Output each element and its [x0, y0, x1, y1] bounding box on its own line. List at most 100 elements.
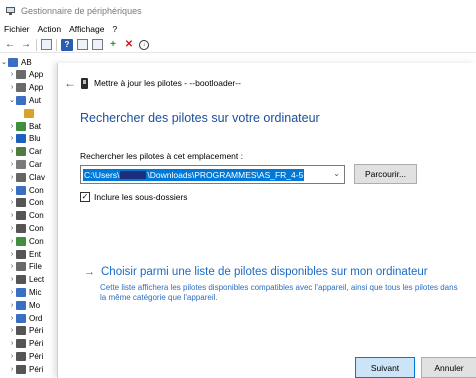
tree-item-label: Bat: [29, 121, 42, 131]
include-subfolders-checkbox[interactable]: ✓: [80, 192, 90, 202]
back-arrow-icon[interactable]: ←: [64, 76, 76, 90]
device-tree: ⌄ AB › App › App ⌄ Aut › Bat › Blu › Car › Car › Clav › Con…: [0, 56, 60, 378]
tree-item[interactable]: › App: [8, 69, 43, 81]
device-category-icon: [16, 364, 26, 374]
tree-item[interactable]: › Con: [8, 210, 44, 222]
chevron-right-icon[interactable]: ›: [8, 71, 16, 78]
tree-item[interactable]: › Car: [8, 146, 42, 158]
chevron-right-icon[interactable]: ›: [8, 212, 16, 219]
tree-item-label: Péri: [29, 364, 44, 374]
tree-item[interactable]: › App: [8, 82, 43, 94]
menu-affichage[interactable]: Affichage: [65, 24, 108, 34]
driver-path-combobox[interactable]: C:\Users\ \Downloads\PROGRAMMES\AS_FR_4-…: [80, 165, 345, 184]
add-device-icon[interactable]: +: [107, 39, 119, 51]
device-category-icon: [16, 275, 26, 285]
chevron-down-icon[interactable]: ⌄: [8, 96, 16, 104]
tree-item[interactable]: › Blu: [8, 133, 41, 145]
redacted-username: [120, 170, 147, 179]
tree-item-label: Lect: [29, 275, 45, 285]
tree-item[interactable]: ⌄ Aut: [8, 94, 41, 106]
chevron-right-icon[interactable]: ›: [8, 340, 16, 347]
menu-action[interactable]: Action: [34, 24, 66, 34]
tree-item[interactable]: › Mo: [8, 299, 40, 311]
chevron-right-icon[interactable]: ›: [8, 263, 16, 270]
tree-item[interactable]: › Mic: [8, 286, 41, 298]
device-category-icon: [16, 185, 26, 195]
device-category-icon: [16, 172, 26, 182]
browse-button[interactable]: Parcourir...: [354, 164, 417, 184]
chevron-right-icon[interactable]: ›: [8, 135, 16, 142]
chevron-right-icon[interactable]: ›: [8, 353, 16, 360]
cancel-button[interactable]: Annuler: [421, 357, 476, 378]
tree-item[interactable]: › Péri: [8, 338, 43, 350]
menu-fichier[interactable]: Fichier: [0, 24, 34, 34]
include-subfolders-label: Inclure les sous-dossiers: [94, 192, 188, 202]
arrow-left-icon[interactable]: ←: [4, 39, 16, 51]
chevron-right-icon[interactable]: ›: [8, 302, 16, 309]
tree-item[interactable]: [16, 107, 37, 119]
include-subfolders-row[interactable]: ✓ Inclure les sous-dossiers: [80, 192, 188, 202]
tree-item[interactable]: › Con: [8, 184, 44, 196]
tree-item[interactable]: › Ord: [8, 312, 42, 324]
chevron-right-icon[interactable]: ›: [8, 199, 16, 206]
tree-item-label: Blu: [29, 134, 41, 144]
device-category-icon: [16, 287, 26, 297]
window-titlebar: Gestionnaire de périphériques: [0, 0, 476, 22]
device-category-icon: [16, 211, 26, 221]
tree-item[interactable]: › Con: [8, 197, 44, 209]
arrow-right-icon[interactable]: →: [20, 39, 32, 51]
device-category-icon: [16, 339, 26, 349]
path-prefix: C:\Users\: [84, 169, 120, 180]
tree-item[interactable]: › File: [8, 261, 42, 273]
chevron-right-icon[interactable]: ›: [8, 276, 16, 283]
chevron-down-icon[interactable]: ⌄: [0, 58, 8, 66]
download-icon[interactable]: ↓: [139, 39, 149, 50]
device-category-icon: [16, 95, 26, 105]
chevron-down-icon[interactable]: ⌄: [333, 169, 340, 178]
chevron-right-icon[interactable]: ›: [8, 251, 16, 258]
chevron-right-icon[interactable]: ›: [8, 238, 16, 245]
device-category-icon: [16, 351, 26, 361]
tree-item[interactable]: › Ent: [8, 248, 41, 260]
chevron-right-icon[interactable]: ›: [8, 148, 16, 155]
chevron-right-icon[interactable]: ›: [8, 161, 16, 168]
chevron-right-icon[interactable]: ›: [8, 366, 16, 373]
chevron-right-icon[interactable]: ›: [8, 174, 16, 181]
tree-item[interactable]: › Con: [8, 235, 44, 247]
path-selected-text[interactable]: C:\Users\ \Downloads\PROGRAMMES\AS_FR_4-…: [83, 168, 305, 181]
next-button[interactable]: Suivant: [355, 357, 415, 378]
tree-item[interactable]: › Car: [8, 158, 42, 170]
menu-bar: Fichier Action Affichage?: [0, 22, 476, 36]
device-category-icon: [16, 83, 26, 93]
toolbar-separator: [36, 38, 37, 51]
device-category-icon: [16, 262, 26, 272]
chevron-right-icon[interactable]: ›: [8, 327, 16, 334]
tree-item-label: Ord: [29, 313, 43, 323]
tree-item-label: AB: [21, 57, 32, 67]
properties-icon[interactable]: [41, 39, 52, 50]
tree-item[interactable]: › Péri: [8, 325, 43, 337]
chevron-right-icon[interactable]: ›: [8, 225, 16, 232]
pick-driver-link[interactable]: → Choisir parmi une liste de pilotes dis…: [84, 266, 428, 278]
chevron-right-icon[interactable]: ›: [8, 289, 16, 296]
tree-item[interactable]: › Clav: [8, 171, 45, 183]
tree-item[interactable]: › Péri: [8, 363, 43, 375]
menu-help[interactable]: ?: [108, 24, 121, 34]
device-manager-icon: [6, 6, 16, 16]
chevron-right-icon[interactable]: ›: [8, 123, 16, 130]
uninstall-icon[interactable]: ✕: [123, 39, 135, 51]
update-driver-icon[interactable]: [77, 39, 88, 50]
monitor-scan-icon[interactable]: [92, 39, 103, 50]
tree-item[interactable]: › Péri: [8, 350, 43, 362]
toolbar-separator: [56, 38, 57, 51]
tree-item[interactable]: › Con: [8, 222, 44, 234]
chevron-right-icon[interactable]: ›: [8, 187, 16, 194]
device-category-icon: [24, 108, 34, 118]
help-icon[interactable]: ?: [61, 38, 73, 51]
tree-item[interactable]: › Lect: [8, 274, 44, 286]
tree-item[interactable]: ⌄ AB: [0, 56, 32, 68]
tree-item[interactable]: › Bat: [8, 120, 41, 132]
chevron-right-icon[interactable]: ›: [8, 84, 16, 91]
chevron-right-icon[interactable]: ›: [8, 315, 16, 322]
pick-driver-link-label[interactable]: Choisir parmi une liste de pilotes dispo…: [101, 266, 428, 278]
